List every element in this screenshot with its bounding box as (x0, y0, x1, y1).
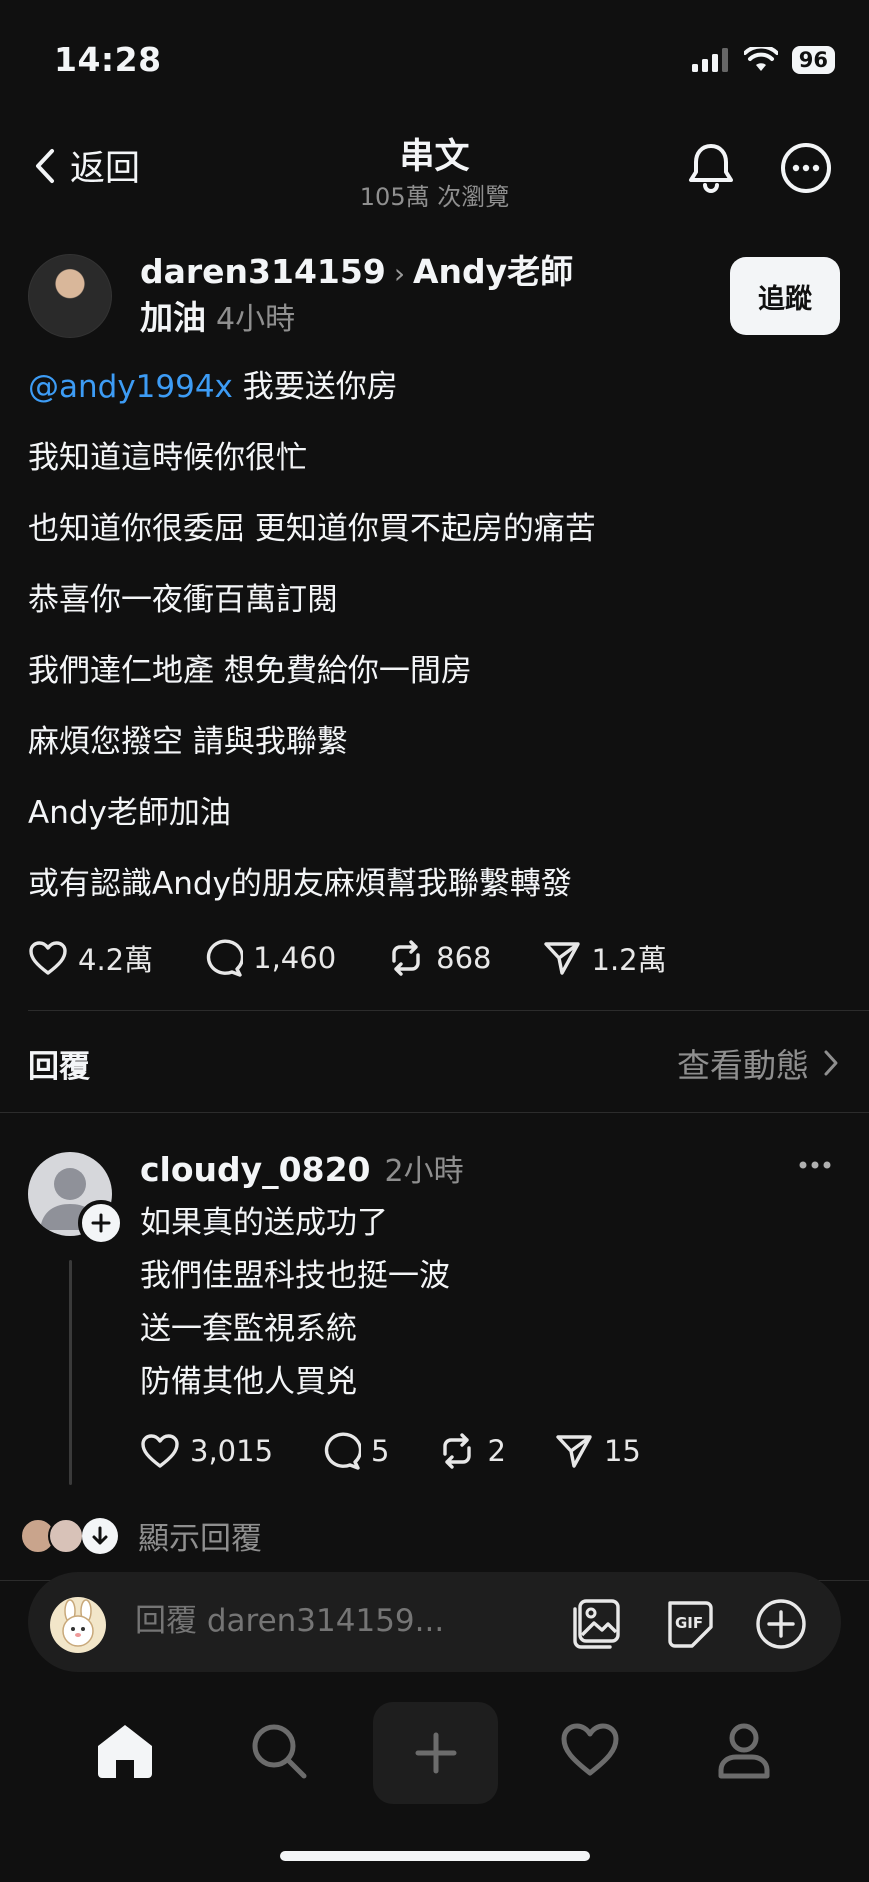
attach-image-button[interactable] (570, 1597, 622, 1651)
post-line: 我要送你房 (242, 369, 398, 405)
more-circle-icon (781, 143, 831, 193)
reply-username[interactable]: cloudy_0820 (140, 1150, 371, 1189)
post-line: 我知道這時候你很忙 (28, 440, 307, 476)
like-button[interactable]: 4.2萬 (28, 937, 153, 979)
repost-button[interactable]: 868 (386, 939, 492, 977)
divider (0, 1112, 869, 1113)
reply-repost-button[interactable]: 2 (437, 1432, 506, 1470)
profile-icon (718, 1723, 770, 1779)
replier-avatar (48, 1517, 84, 1554)
tab-search[interactable] (250, 1722, 308, 1780)
repost-count: 868 (436, 941, 492, 975)
show-replies-button[interactable]: 顯示回覆 (20, 1513, 262, 1558)
plus-icon (91, 1213, 111, 1233)
plus-circle-icon (756, 1599, 806, 1649)
home-indicator (280, 1851, 590, 1861)
replies-label: 回覆 (28, 1049, 90, 1085)
reply-comment-button[interactable]: 5 (321, 1432, 389, 1470)
view-activity-link[interactable]: 查看動態 (677, 1039, 839, 1087)
bell-icon (689, 144, 733, 193)
reply-more-button[interactable] (798, 1160, 832, 1170)
post-line: 麻煩您撥空 請與我聯繫 (28, 724, 348, 760)
divider (28, 1010, 869, 1011)
comment-button[interactable]: 1,460 (203, 939, 336, 977)
send-icon (543, 942, 580, 975)
notification-button[interactable] (686, 142, 736, 194)
tab-create[interactable] (373, 1702, 498, 1804)
post-line: 我們達仁地產 想免費給你一間房 (28, 653, 472, 689)
image-icon (573, 1599, 620, 1649)
share-count: 1.2萬 (591, 943, 667, 977)
reply-like-count: 3,015 (190, 1434, 274, 1468)
status-time: 14:28 (54, 40, 162, 79)
reply-input[interactable] (133, 1602, 467, 1640)
add-attachment-button[interactable] (754, 1597, 808, 1651)
tab-profile[interactable] (716, 1722, 772, 1780)
show-replies-label: 顯示回覆 (138, 1521, 262, 1557)
reply-share-count: 15 (603, 1434, 641, 1468)
chevron-right-icon: › (393, 257, 406, 290)
bunny-avatar-icon (62, 1599, 94, 1647)
page-title: 串文 (399, 137, 470, 177)
reply-comment-count: 5 (371, 1434, 390, 1468)
like-count: 4.2萬 (78, 943, 154, 977)
reply-line: 如果真的送成功了 (140, 1205, 388, 1241)
arrow-down-icon (82, 1517, 118, 1554)
comment-icon (324, 1432, 362, 1470)
heart-icon (29, 941, 67, 975)
reply-line: 我們佳盟科技也挺一波 (140, 1258, 450, 1294)
thread-line (69, 1260, 72, 1485)
post-time: 4小時 (216, 302, 296, 337)
reply-body: 如果真的送成功了 我們佳盟科技也挺一波 送一套監視系統 防備其他人買兇 (140, 1197, 450, 1409)
svg-text:GIF: GIF (675, 1614, 703, 1632)
reply-actions: 3,015 5 2 15 (140, 1432, 689, 1470)
post-body: @andy1994x 我要送你房 我知道這時候你很忙 也知道你很委屈 更知道你買… (28, 365, 848, 933)
reply-time: 2小時 (384, 1154, 464, 1189)
post-author-line: daren314159 › Andy老師加油 4小時 (140, 250, 580, 342)
post-line: 或有認識Andy的朋友麻煩幫我聯繫轉發 (28, 866, 572, 902)
heart-icon (141, 1434, 179, 1468)
status-icons: 96 (691, 46, 835, 74)
comment-icon (206, 939, 244, 977)
reply-line: 防備其他人買兇 (140, 1364, 357, 1400)
reply-author-line: cloudy_0820 2小時 (140, 1146, 464, 1190)
home-icon (98, 1725, 152, 1778)
post-line: 恭喜你一夜衝百萬訂閱 (28, 582, 338, 618)
post-actions: 4.2萬 1,460 868 1.2萬 (28, 937, 717, 979)
repost-icon (392, 940, 420, 976)
battery-indicator: 96 (791, 46, 835, 74)
comment-count: 1,460 (253, 941, 337, 975)
tab-home[interactable] (94, 1722, 156, 1780)
plus-icon (415, 1732, 456, 1774)
more-horizontal-icon (799, 1161, 831, 1169)
tab-activity[interactable] (560, 1722, 620, 1778)
attach-gif-button[interactable]: GIF (662, 1597, 714, 1651)
chevron-right-icon (824, 1050, 838, 1076)
heart-icon (561, 1723, 619, 1776)
author-username[interactable]: daren314159 (140, 252, 386, 291)
post-line: Andy老師加油 (28, 795, 231, 831)
view-activity-label: 查看動態 (677, 1046, 809, 1085)
reply-share-button[interactable]: 15 (554, 1432, 641, 1470)
search-icon (252, 1724, 307, 1779)
reply-repost-count: 2 (487, 1434, 506, 1468)
signal-icon (691, 48, 728, 72)
post-line: 也知道你很委屈 更知道你買不起房的痛苦 (28, 511, 596, 547)
repost-icon (443, 1433, 472, 1469)
follow-reply-author-button[interactable] (78, 1200, 124, 1246)
more-options-button[interactable] (780, 142, 832, 194)
reply-like-button[interactable]: 3,015 (140, 1433, 273, 1469)
wifi-icon (743, 47, 778, 71)
mention-link[interactable]: @andy1994x (28, 369, 233, 405)
reply-line: 送一套監視系統 (140, 1311, 357, 1347)
current-user-avatar (50, 1597, 106, 1653)
author-avatar[interactable] (28, 254, 112, 338)
follow-button[interactable]: 追蹤 (730, 257, 840, 335)
gif-icon: GIF (668, 1601, 713, 1648)
view-count: 105萬 次瀏覽 (359, 183, 510, 211)
send-icon (556, 1435, 592, 1468)
share-button[interactable]: 1.2萬 (542, 937, 667, 979)
